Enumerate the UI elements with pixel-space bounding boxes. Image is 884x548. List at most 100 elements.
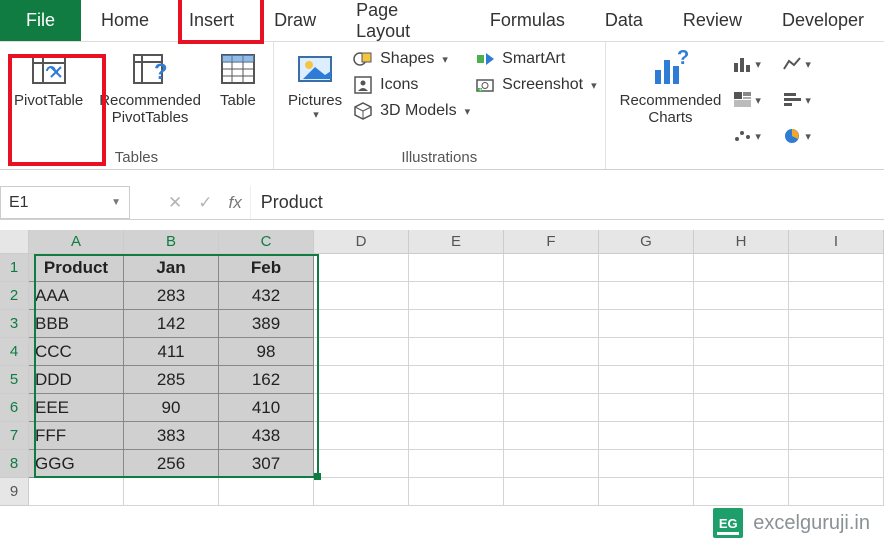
tab-home[interactable]: Home (81, 0, 169, 41)
cell[interactable]: 285 (124, 366, 219, 394)
col-header-D[interactable]: D (314, 230, 409, 254)
cell[interactable]: 90 (124, 394, 219, 422)
cell[interactable] (504, 310, 599, 338)
row-header-5[interactable]: 5 (0, 366, 29, 394)
cell[interactable]: 256 (124, 450, 219, 478)
cell[interactable]: 98 (219, 338, 314, 366)
row-header-3[interactable]: 3 (0, 310, 29, 338)
cell[interactable] (409, 450, 504, 478)
cell[interactable] (599, 310, 694, 338)
cell[interactable] (599, 366, 694, 394)
col-header-A[interactable]: A (29, 230, 124, 254)
row-header-9[interactable]: 9 (0, 478, 29, 506)
cell[interactable]: 438 (219, 422, 314, 450)
col-header-G[interactable]: G (599, 230, 694, 254)
cell[interactable]: EEE (29, 394, 124, 422)
tab-data[interactable]: Data (585, 0, 663, 41)
enter-icon[interactable]: ✓ (198, 193, 212, 213)
cell[interactable]: CCC (29, 338, 124, 366)
select-all-corner[interactable] (0, 230, 29, 254)
table-button[interactable]: Table (209, 44, 267, 113)
cell[interactable] (409, 338, 504, 366)
bar-chart-button[interactable]: ▾ (783, 88, 811, 112)
cell[interactable]: 410 (219, 394, 314, 422)
cell[interactable]: Product (29, 254, 124, 282)
column-chart-button[interactable]: ▾ (733, 52, 761, 76)
cell[interactable] (409, 282, 504, 310)
cell[interactable] (789, 422, 884, 450)
cell[interactable] (789, 478, 884, 506)
cell[interactable] (219, 478, 314, 506)
cell[interactable]: BBB (29, 310, 124, 338)
name-box[interactable]: E1 ▼ (0, 186, 130, 219)
cell[interactable]: 432 (219, 282, 314, 310)
cell[interactable] (314, 254, 409, 282)
cell[interactable]: Feb (219, 254, 314, 282)
cell[interactable] (694, 254, 789, 282)
cell[interactable] (694, 366, 789, 394)
cell[interactable] (694, 282, 789, 310)
cell[interactable] (314, 394, 409, 422)
cell[interactable] (504, 338, 599, 366)
cell[interactable]: 142 (124, 310, 219, 338)
cell[interactable] (409, 394, 504, 422)
cell[interactable] (314, 338, 409, 366)
cell[interactable] (314, 310, 409, 338)
cell[interactable] (314, 422, 409, 450)
col-header-I[interactable]: I (789, 230, 884, 254)
cell[interactable] (29, 478, 124, 506)
screenshot-button[interactable]: + Screenshot▾ (474, 74, 596, 96)
tab-draw[interactable]: Draw (254, 0, 336, 41)
pie-chart-button[interactable]: ▾ (783, 124, 811, 148)
row-header-6[interactable]: 6 (0, 394, 29, 422)
cell[interactable] (504, 478, 599, 506)
tab-pagelayout[interactable]: Page Layout (336, 0, 470, 41)
cell[interactable] (409, 422, 504, 450)
cell[interactable] (694, 422, 789, 450)
cell[interactable] (789, 282, 884, 310)
cell[interactable]: AAA (29, 282, 124, 310)
cell[interactable] (789, 366, 884, 394)
cell[interactable] (504, 422, 599, 450)
cell[interactable] (599, 254, 694, 282)
cell[interactable] (599, 450, 694, 478)
cell[interactable] (789, 254, 884, 282)
recommended-charts-button[interactable]: ? Recommended Charts (612, 44, 730, 131)
cell[interactable] (789, 450, 884, 478)
row-header-8[interactable]: 8 (0, 450, 29, 478)
col-header-E[interactable]: E (409, 230, 504, 254)
cell[interactable]: FFF (29, 422, 124, 450)
cell[interactable] (599, 394, 694, 422)
recommended-pivottables-button[interactable]: ? Recommended PivotTables (91, 44, 209, 131)
fx-icon[interactable]: fx (229, 193, 242, 213)
row-header-2[interactable]: 2 (0, 282, 29, 310)
cell[interactable] (409, 366, 504, 394)
cell[interactable] (314, 450, 409, 478)
icons-button[interactable]: Icons (352, 74, 470, 96)
cell[interactable] (409, 310, 504, 338)
formula-input[interactable]: Product (250, 186, 884, 219)
cell[interactable] (314, 478, 409, 506)
cell[interactable] (789, 310, 884, 338)
cell[interactable] (504, 254, 599, 282)
cell[interactable] (599, 282, 694, 310)
tab-insert[interactable]: Insert (169, 0, 254, 41)
cell[interactable]: GGG (29, 450, 124, 478)
3dmodels-button[interactable]: 3D Models▾ (352, 100, 470, 122)
cell[interactable] (314, 282, 409, 310)
cell[interactable] (504, 282, 599, 310)
cell[interactable] (599, 478, 694, 506)
cell[interactable]: 383 (124, 422, 219, 450)
cell[interactable]: 411 (124, 338, 219, 366)
cell[interactable] (694, 394, 789, 422)
tab-developer[interactable]: Developer (762, 0, 884, 41)
tab-review[interactable]: Review (663, 0, 762, 41)
pivottable-button[interactable]: PivotTable (6, 44, 91, 113)
col-header-H[interactable]: H (694, 230, 789, 254)
cell[interactable]: 307 (219, 450, 314, 478)
row-header-4[interactable]: 4 (0, 338, 29, 366)
cell[interactable] (504, 450, 599, 478)
cell[interactable] (694, 450, 789, 478)
cell[interactable]: DDD (29, 366, 124, 394)
cell[interactable]: Jan (124, 254, 219, 282)
